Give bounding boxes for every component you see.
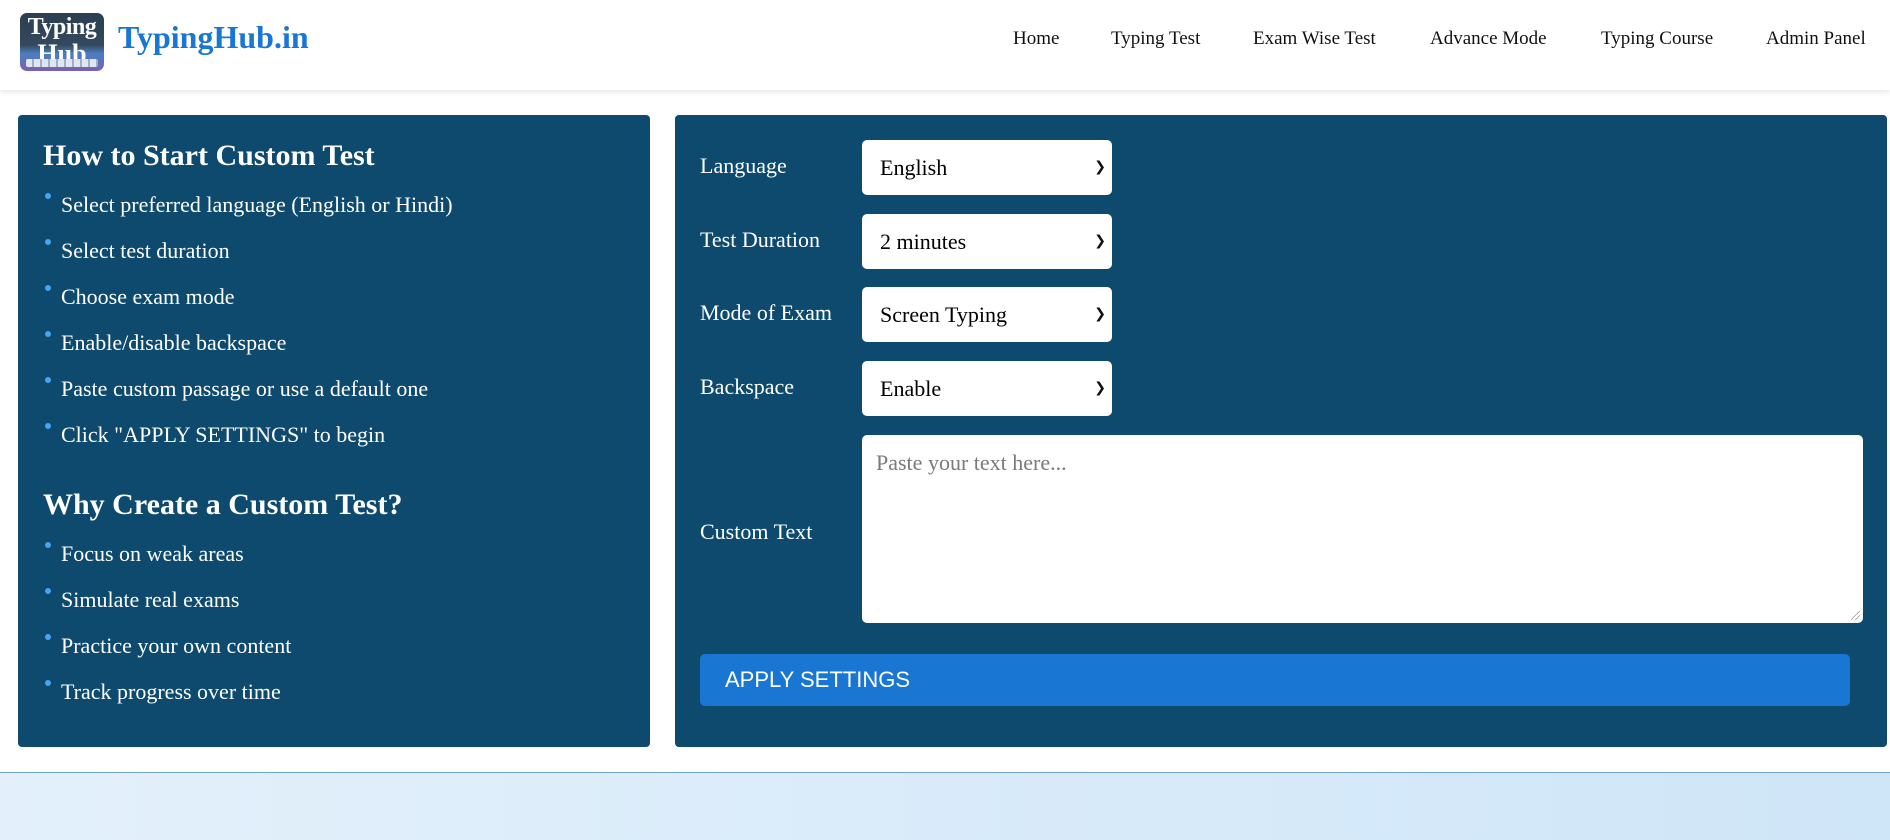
instruction-step: Click "APPLY SETTINGS" to begin [44,422,386,447]
duration-value: 2 minutes [880,229,967,254]
instruction-step: Select test duration [45,238,230,263]
instruction-step: Paste custom passage or use a default on… [44,376,429,401]
site-header: Typing Hub TypingHub.in Home Typing Test… [0,0,1890,90]
instruction-step: Select preferred language (English or Hi… [45,192,453,217]
main-nav: Home Typing Test Exam Wise Test Advance … [0,28,1890,58]
chevron-down-icon: ❯ [1094,159,1106,175]
chevron-down-icon: ❯ [1094,233,1106,249]
instruction-step: Choose exam mode [45,284,235,309]
nav-home[interactable]: Home [1013,28,1059,50]
custom-text-placeholder: Paste your text here... [876,450,1067,475]
language-label: Language [700,153,787,178]
page-footer-band [0,772,1890,840]
keyboard-icon [26,59,98,67]
custom-text-label: Custom Text [700,519,813,544]
mode-value: Screen Typing [880,302,1007,327]
settings-panel: Language English ❯ Test Duration 2 minut… [675,115,1887,747]
mode-select[interactable]: Screen Typing ❯ [862,287,1112,342]
backspace-label: Backspace [700,374,795,399]
reason-item: Practice your own content [44,633,292,658]
nav-admin-panel[interactable]: Admin Panel [1766,28,1866,50]
reason-item: Track progress over time [45,679,281,704]
apply-settings-button[interactable]: APPLY SETTINGS [700,654,1850,706]
chevron-down-icon: ❯ [1094,380,1106,396]
language-select[interactable]: English ❯ [862,140,1112,195]
instruction-step: Enable/disable backspace [44,330,287,355]
chevron-down-icon: ❯ [1094,306,1106,322]
nav-exam-wise-test[interactable]: Exam Wise Test [1253,28,1376,50]
reason-item: Focus on weak areas [45,541,244,566]
reason-item: Simulate real exams [44,587,240,612]
nav-typing-test[interactable]: Typing Test [1111,28,1200,50]
duration-select[interactable]: 2 minutes ❯ [862,214,1112,269]
why-heading: Why Create a Custom Test? [43,488,403,521]
resize-handle-icon[interactable] [1851,611,1860,620]
nav-typing-course[interactable]: Typing Course [1601,28,1713,50]
mode-label: Mode of Exam [700,300,832,325]
language-value: English [880,155,948,180]
nav-advance-mode[interactable]: Advance Mode [1430,28,1547,50]
instructions-panel: How to Start Custom Test Select preferre… [18,115,650,747]
backspace-select[interactable]: Enable ❯ [862,361,1112,416]
duration-label: Test Duration [700,227,821,252]
backspace-value: Enable [880,376,942,401]
instructions-heading: How to Start Custom Test [43,139,375,172]
custom-text-input[interactable]: Paste your text here... [862,435,1863,623]
